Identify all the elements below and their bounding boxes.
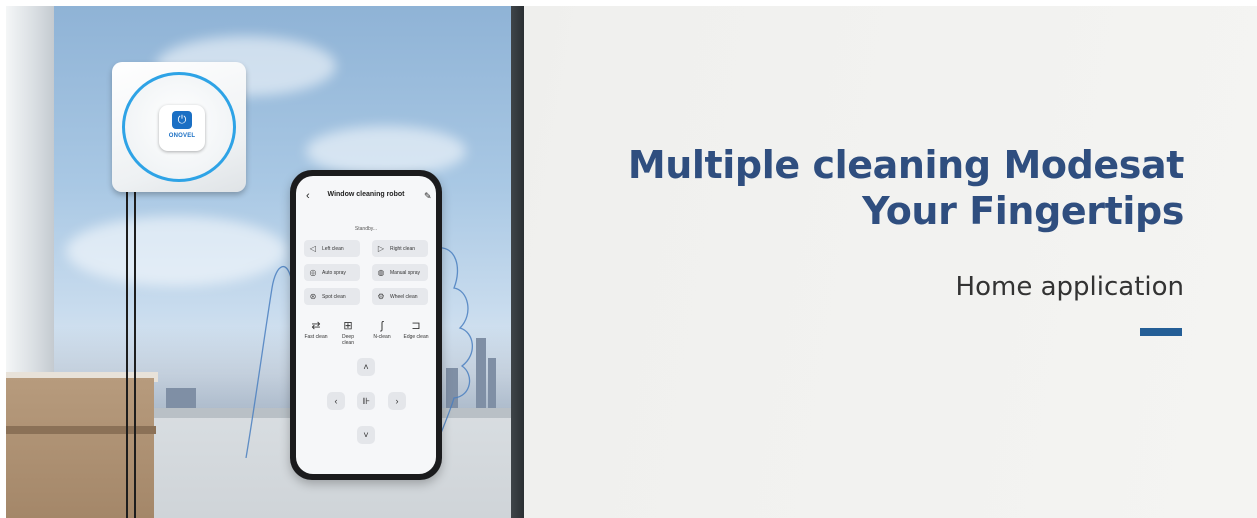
- robot-blue-ring: ⏻ ONOVEL: [122, 72, 236, 182]
- edge-clean-button[interactable]: ⊐ Edge clean: [400, 320, 432, 340]
- quick-label: Edge clean: [403, 334, 429, 340]
- auto-spray-button[interactable]: ◎ Auto spray: [304, 264, 360, 281]
- manual-spray-icon: ◍: [377, 268, 385, 277]
- status-text: Standby...: [354, 226, 378, 232]
- edit-icon[interactable]: ✎: [424, 190, 432, 202]
- window-scene-photo: ⏻ ONOVEL: [6, 6, 524, 518]
- app-screen: ‹ Window cleaning robot ✎ Standby... ◁ L…: [296, 176, 436, 474]
- mode-label: Auto spray: [322, 269, 346, 276]
- auto-spray-icon: ◎: [309, 268, 317, 277]
- smartphone: ‹ Window cleaning robot ✎ Standby... ◁ L…: [290, 170, 442, 480]
- safety-cable: [134, 186, 136, 518]
- subtitle: Home application: [955, 272, 1184, 302]
- headline: Multiple cleaning Modesat Your Fingertip…: [566, 142, 1185, 234]
- chevron-left-icon[interactable]: ‹: [327, 392, 345, 410]
- quick-label: Deep clean: [342, 334, 354, 346]
- left-clean-button[interactable]: ◁ Left clean: [304, 240, 360, 257]
- mode-label: Right clean: [390, 245, 416, 252]
- headline-line-1: Multiple cleaning Modesat: [627, 143, 1185, 187]
- robot-brand-logo: ONOVEL: [168, 133, 196, 139]
- chevron-right-icon[interactable]: ›: [388, 392, 406, 410]
- fast-clean-button[interactable]: ⇄ Fast clean: [300, 320, 332, 340]
- right-clean-icon: ▷: [377, 244, 385, 253]
- window-frame-right: [511, 6, 524, 518]
- wheel-clean-icon: ⚙: [377, 292, 385, 301]
- window-cleaning-robot: ⏻ ONOVEL: [112, 62, 246, 192]
- mode-label: Spot clean: [322, 293, 346, 300]
- power-cable: [126, 186, 128, 518]
- spot-clean-button[interactable]: ⊛ Spot clean: [304, 288, 360, 305]
- app-title: Window cleaning robot: [327, 191, 405, 198]
- app-header: ‹ Window cleaning robot ✎: [296, 190, 436, 204]
- deep-clean-button[interactable]: ⊞ Deep clean: [332, 320, 364, 346]
- accent-bar: [1140, 328, 1182, 336]
- mode-label: Manual spray: [390, 269, 421, 276]
- chevron-up-icon[interactable]: ˄: [357, 358, 375, 376]
- spot-clean-icon: ⊛: [309, 292, 317, 301]
- fast-clean-icon: ⇄: [311, 320, 321, 332]
- n-clean-button[interactable]: ʃ N-clean: [366, 320, 398, 340]
- quick-label: Fast clean: [304, 334, 328, 340]
- manual-spray-button[interactable]: ◍ Manual spray: [372, 264, 428, 281]
- desk: [6, 378, 154, 518]
- power-icon: ⏻: [172, 111, 192, 129]
- quick-mode-row: ⇄ Fast clean ⊞ Deep clean ʃ N-clean ⊐ Ed…: [300, 320, 432, 356]
- pause-play-icon[interactable]: ⊪: [357, 392, 375, 410]
- wheel-clean-button[interactable]: ⚙ Wheel clean: [372, 288, 428, 305]
- chevron-down-icon[interactable]: ˅: [357, 426, 375, 444]
- edge-clean-icon: ⊐: [411, 320, 421, 332]
- robot-control-panel: ⏻ ONOVEL: [159, 105, 205, 151]
- mode-label: Left clean: [322, 245, 344, 252]
- right-clean-button[interactable]: ▷ Right clean: [372, 240, 428, 257]
- n-clean-icon: ʃ: [380, 320, 384, 332]
- deep-clean-icon: ⊞: [343, 320, 353, 332]
- left-clean-icon: ◁: [309, 244, 317, 253]
- quick-label: N-clean: [373, 334, 391, 340]
- product-banner: ⏻ ONOVEL ‹ Window cleaning robot ✎ Stand…: [6, 6, 1257, 518]
- headline-line-2: Your Fingertips: [862, 189, 1184, 233]
- mode-label: Wheel clean: [390, 293, 418, 300]
